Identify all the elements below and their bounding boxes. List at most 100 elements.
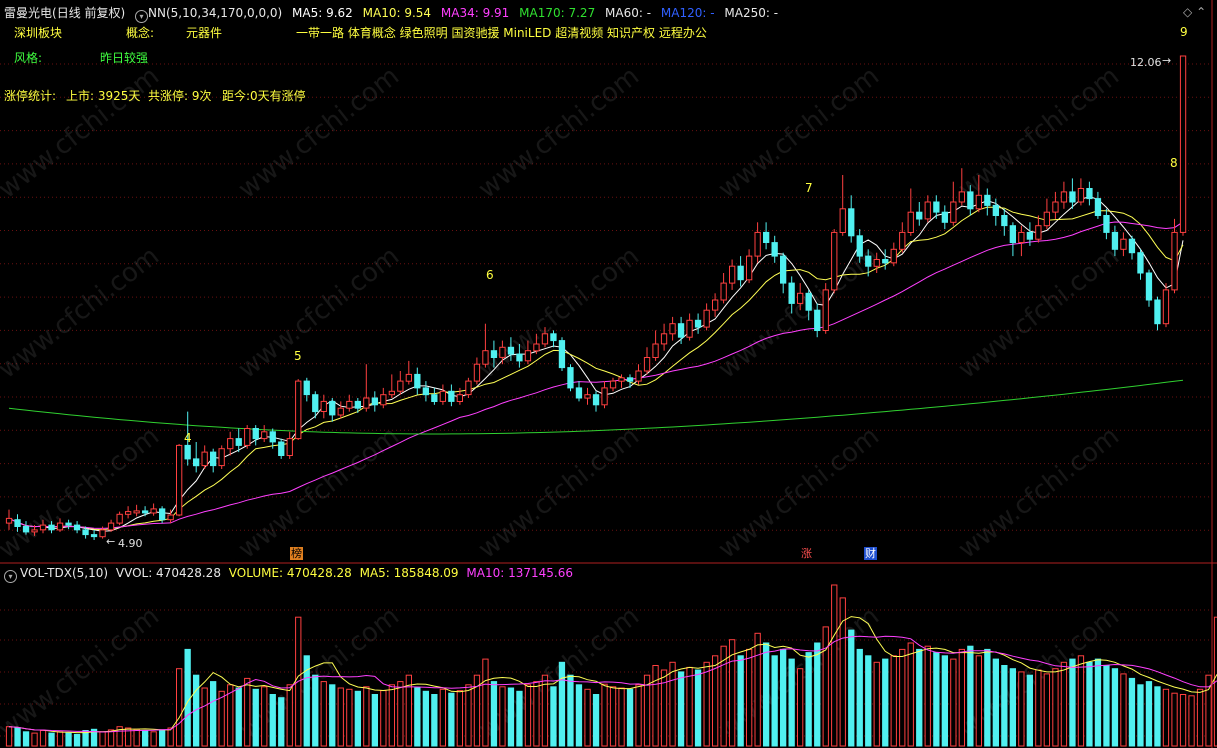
volume-settings-icon[interactable]: ▾	[4, 570, 17, 583]
candle	[295, 379, 302, 440]
volume-bar-down	[771, 655, 778, 747]
candle	[116, 511, 123, 526]
candle	[210, 448, 217, 473]
volume-bar-up	[1120, 673, 1127, 747]
volume-bar-up	[950, 658, 957, 747]
volume-bar-down	[626, 688, 634, 747]
volume-bar-up	[601, 683, 608, 747]
marker-list[interactable]: 榜	[290, 547, 303, 560]
candle-body-up	[712, 299, 719, 311]
volume-bar-up	[31, 732, 38, 747]
volume-indicator-name[interactable]: VOL-TDX(5,10)	[20, 566, 108, 580]
candle	[780, 252, 787, 294]
candle-body-up	[363, 397, 370, 409]
volume-bar-up	[703, 661, 710, 747]
candle	[1069, 178, 1076, 209]
candle-body-down	[48, 524, 55, 531]
volume-bar-down	[1069, 658, 1076, 747]
volume-bar-up	[584, 688, 591, 747]
candle	[193, 442, 200, 473]
candle-body-down	[575, 387, 583, 399]
volume-bar-down	[312, 674, 319, 747]
candle-body-up	[439, 390, 447, 402]
concept-value[interactable]: 元器件	[186, 25, 222, 41]
candle-body-down	[1001, 215, 1008, 227]
candle-body-down	[805, 292, 812, 311]
candle-body-down	[771, 242, 778, 257]
candle	[729, 259, 736, 290]
candle-body-up	[1060, 191, 1068, 203]
candle-body-up	[397, 380, 404, 392]
volume-bar-down	[1154, 686, 1161, 747]
sector-label[interactable]: 深圳板块	[14, 25, 62, 41]
ma5-value: MA5: 9.62	[292, 6, 353, 20]
volume-bar-up	[99, 731, 106, 747]
volume-bar-down	[992, 658, 1000, 747]
candle-body-down	[184, 444, 191, 460]
candle	[1162, 283, 1170, 328]
candle-body-down	[235, 438, 242, 446]
candle-body-up	[388, 390, 396, 396]
volume-bar-down	[159, 729, 166, 747]
candle-body-up	[635, 370, 642, 382]
volume-bar-up	[899, 648, 906, 747]
candle	[176, 444, 183, 517]
window-controls: ◇ ⌃	[1183, 5, 1206, 19]
concept-list[interactable]: 一带一路 体育概念 绿色照明 国资驰援 MiniLED 超清视频 知识产权 远程…	[296, 25, 707, 41]
volume-bar-down	[269, 694, 276, 747]
candle-body-down	[1026, 231, 1033, 240]
candle-body-up	[227, 438, 234, 450]
candle-body-up	[218, 448, 225, 467]
volume-header: ▾ VOL-TDX(5,10) VVOL: 470428.28 VOLUME: 4…	[4, 566, 573, 583]
candle-body-down	[1094, 198, 1102, 217]
marker-limit-up[interactable]: 涨	[801, 547, 812, 560]
candle-body-up	[839, 208, 846, 234]
candle-body-down	[882, 259, 889, 264]
volume-bar-up	[669, 661, 676, 747]
candle-body-down	[984, 194, 991, 206]
candle-body-up	[150, 508, 157, 514]
candle-body-up	[286, 438, 293, 457]
adjust-mode[interactable]: (日线 前复权)	[52, 6, 125, 20]
wave-label-9: 9	[1180, 25, 1188, 39]
volume-ma5-value: MA5: 185848.09	[359, 566, 459, 580]
stock-name[interactable]: 雷曼光电	[4, 6, 52, 20]
volume-bar-down	[414, 687, 421, 747]
marker-finance[interactable]: 财	[864, 547, 877, 560]
candle-body-up	[746, 255, 753, 281]
watermark-text: www.cfchi.com	[473, 61, 645, 205]
volume-bar-down	[48, 732, 55, 747]
candle-body-up	[1171, 231, 1178, 291]
candle-body-up	[133, 510, 140, 514]
indicator-name[interactable]: NN(5,10,34,170,0,0,0)	[148, 6, 282, 20]
ma60-value: MA60: -	[605, 6, 652, 20]
indicator-settings-icon[interactable]: ▾	[135, 10, 149, 23]
candle	[626, 374, 634, 388]
candle-body-down	[516, 353, 523, 362]
volume-bar-up	[1162, 688, 1170, 747]
candle-body-up	[1043, 211, 1050, 227]
candle	[1145, 269, 1153, 307]
candle	[133, 504, 140, 517]
candle-body-up	[601, 387, 608, 406]
chevron-up-icon[interactable]: ⌃	[1196, 5, 1206, 19]
candle-body-up	[660, 333, 668, 345]
candle-body-down	[592, 394, 600, 406]
candle	[244, 425, 251, 449]
candle-body-down	[14, 519, 21, 528]
candle	[278, 438, 285, 459]
candle-body-up	[465, 380, 472, 396]
candle-body-down	[1111, 231, 1119, 250]
candle-body-down	[422, 387, 430, 396]
diamond-icon[interactable]: ◇	[1183, 5, 1192, 19]
volume-bar-down	[592, 694, 600, 747]
candle-body-up	[831, 231, 838, 291]
volume-bar-down	[278, 697, 285, 747]
volume-ma10-value: MA10: 137145.66	[466, 566, 573, 580]
candle-body-down	[252, 428, 259, 440]
ma34-value: MA34: 9.91	[440, 6, 510, 20]
candle-body-down	[848, 208, 855, 237]
candle	[677, 316, 685, 344]
volume-bar-up	[456, 690, 464, 747]
volume-bar-up	[218, 690, 225, 747]
